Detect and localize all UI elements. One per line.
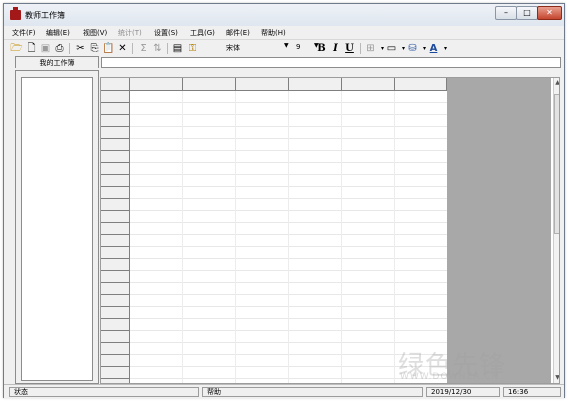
underline-button[interactable]: U — [343, 42, 356, 55]
tab-label: 我的工作簿 — [39, 59, 75, 67]
toolbar-separator — [360, 43, 361, 54]
maximize-button[interactable]: □ — [516, 6, 538, 20]
menu-help[interactable]: 帮助(H) — [261, 28, 286, 38]
status-time: 16:36 — [508, 388, 529, 396]
menu-edit[interactable]: 编辑(E) — [46, 28, 70, 38]
watermark-url: WWW.DOWNZA.CN — [400, 372, 500, 382]
maximize-icon: □ — [523, 8, 531, 17]
chevron-down-icon[interactable]: ▼ — [284, 42, 289, 49]
toolbar-separator — [69, 43, 70, 54]
properties-icon[interactable]: ▤ — [171, 42, 184, 55]
minimize-icon: – — [504, 8, 508, 17]
menu-statistics[interactable]: 统计(T) — [118, 28, 142, 38]
scrollbar-thumb[interactable] — [554, 94, 559, 234]
menu-file[interactable]: 文件(F) — [12, 28, 36, 38]
tab-row: 我的工作簿 — [4, 56, 564, 69]
cut-icon[interactable]: ✂ — [74, 42, 87, 55]
print-icon[interactable]: ⎙ — [53, 42, 66, 55]
window-title: 教师工作簿 — [25, 11, 65, 20]
scroll-down-icon[interactable]: ▼ — [554, 374, 559, 381]
sort-icon[interactable]: ⇅ — [151, 42, 164, 55]
paste-icon[interactable]: 📋 — [102, 42, 115, 55]
status-date: 2019/12/30 — [431, 388, 472, 396]
font-name-select[interactable]: 宋体 — [226, 43, 240, 53]
tab-my-workbook[interactable]: 我的工作簿 — [15, 56, 99, 68]
menu-view[interactable]: 视图(V) — [83, 28, 107, 38]
chevron-down-icon[interactable]: ▾ — [439, 42, 452, 55]
new-file-icon[interactable]: 🗋 — [25, 42, 38, 55]
title-bar: 教师工作簿 – □ ✕ — [4, 4, 564, 26]
close-icon: ✕ — [546, 8, 553, 17]
vertical-scrollbar[interactable]: ▲ ▼ — [553, 78, 559, 383]
main-window: 教师工作簿 – □ ✕ 文件(F) 编辑(E) 视图(V) 统计(T) 设置(S… — [3, 3, 565, 399]
help-text: 帮助 — [207, 388, 221, 396]
status-panel: 状态 — [9, 387, 199, 397]
menu-mail[interactable]: 邮件(E) — [226, 28, 250, 38]
empty-sheet-area — [447, 78, 551, 383]
menu-settings[interactable]: 设置(S) — [154, 28, 178, 38]
formula-bar[interactable] — [101, 57, 561, 68]
date-panel: 2019/12/30 — [426, 387, 500, 397]
menu-tools[interactable]: 工具(G) — [190, 28, 215, 38]
copy-icon[interactable]: ⎘ — [88, 42, 101, 55]
help-panel: 帮助 — [202, 387, 423, 397]
chevron-down-icon[interactable]: ▼ — [314, 42, 319, 49]
font-size-select[interactable]: 9 — [296, 43, 300, 51]
grid-lines — [101, 78, 447, 383]
italic-button[interactable]: I — [329, 42, 342, 55]
sum-icon[interactable]: Σ — [137, 42, 150, 55]
time-panel: 16:36 — [503, 387, 561, 397]
status-bar: 状态 帮助 2019/12/30 16:36 — [4, 384, 564, 399]
workbook-list[interactable] — [21, 77, 93, 381]
toolbar-separator — [167, 43, 168, 54]
scroll-up-icon[interactable]: ▲ — [554, 79, 559, 86]
minimize-button[interactable]: – — [495, 6, 517, 20]
toolbar-separator — [132, 43, 133, 54]
save-icon[interactable]: ▣ — [39, 42, 52, 55]
key-icon[interactable]: ⚿ — [186, 42, 199, 55]
menu-bar: 文件(F) 编辑(E) 视图(V) 统计(T) 设置(S) 工具(G) 邮件(E… — [4, 26, 564, 39]
delete-icon[interactable]: ✕ — [116, 42, 129, 55]
close-button[interactable]: ✕ — [537, 6, 562, 20]
left-panel — [15, 70, 99, 384]
app-icon — [10, 7, 21, 20]
open-folder-icon[interactable]: 🗁 — [10, 42, 23, 55]
spreadsheet-grid[interactable]: ▲ ▼ — [100, 77, 560, 384]
status-text: 状态 — [14, 388, 28, 396]
